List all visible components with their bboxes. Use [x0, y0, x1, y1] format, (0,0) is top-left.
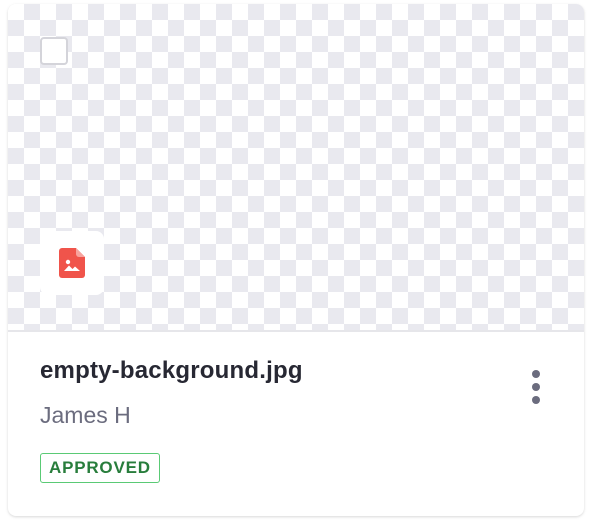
- file-card[interactable]: empty-background.jpg James H APPROVED: [8, 4, 584, 516]
- status-badge: APPROVED: [40, 453, 160, 483]
- file-name[interactable]: empty-background.jpg: [40, 357, 303, 385]
- file-info: empty-background.jpg James H APPROVED: [8, 332, 584, 516]
- file-preview[interactable]: [8, 4, 584, 330]
- more-actions-button[interactable]: [520, 365, 552, 409]
- ellipsis-vertical-icon: [532, 396, 540, 404]
- file-author: James H: [40, 402, 131, 428]
- filetype-tile: [40, 231, 104, 295]
- ellipsis-vertical-icon: [532, 370, 540, 378]
- select-checkbox[interactable]: [40, 37, 68, 65]
- image-file-icon: [59, 248, 85, 278]
- ellipsis-vertical-icon: [532, 383, 540, 391]
